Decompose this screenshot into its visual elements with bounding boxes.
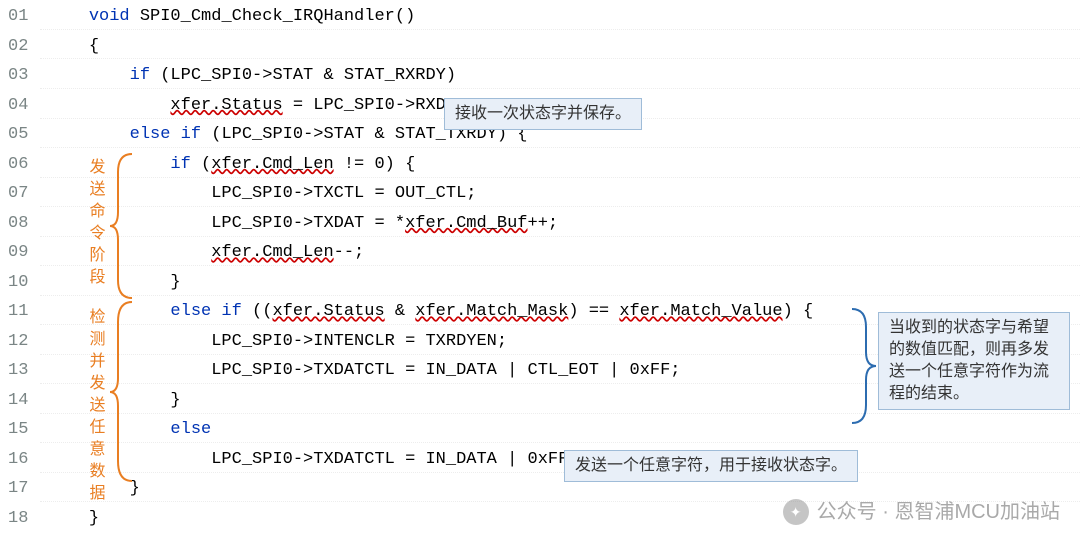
watermark: ✦ 公众号 · 恩智浦MCU加油站 (783, 498, 1060, 528)
brace-right-match (850, 307, 876, 425)
watermark-text: 公众号 · 恩智浦MCU加油站 (817, 498, 1060, 528)
brace-check-send (110, 300, 134, 483)
code-listing: 01 void SPI0_Cmd_Check_IRQHandler() 02 {… (0, 0, 1080, 535)
label-check-send-any: 检测并发送任意数据 (80, 308, 110, 506)
label-send-cmd-phase: 发送命令阶段 (80, 158, 110, 290)
callout-match-send-extra: 当收到的状态字与希望的数值匹配，则再多发送一个任意字符作为流程的结束。 (878, 312, 1070, 410)
brace-send-cmd (110, 152, 134, 300)
line-no: 01 (0, 2, 48, 32)
callout-send-dummy: 发送一个任意字符，用于接收状态字。 (564, 450, 858, 482)
wechat-icon: ✦ (783, 499, 809, 525)
callout-receive-status: 接收一次状态字并保存。 (444, 98, 642, 130)
